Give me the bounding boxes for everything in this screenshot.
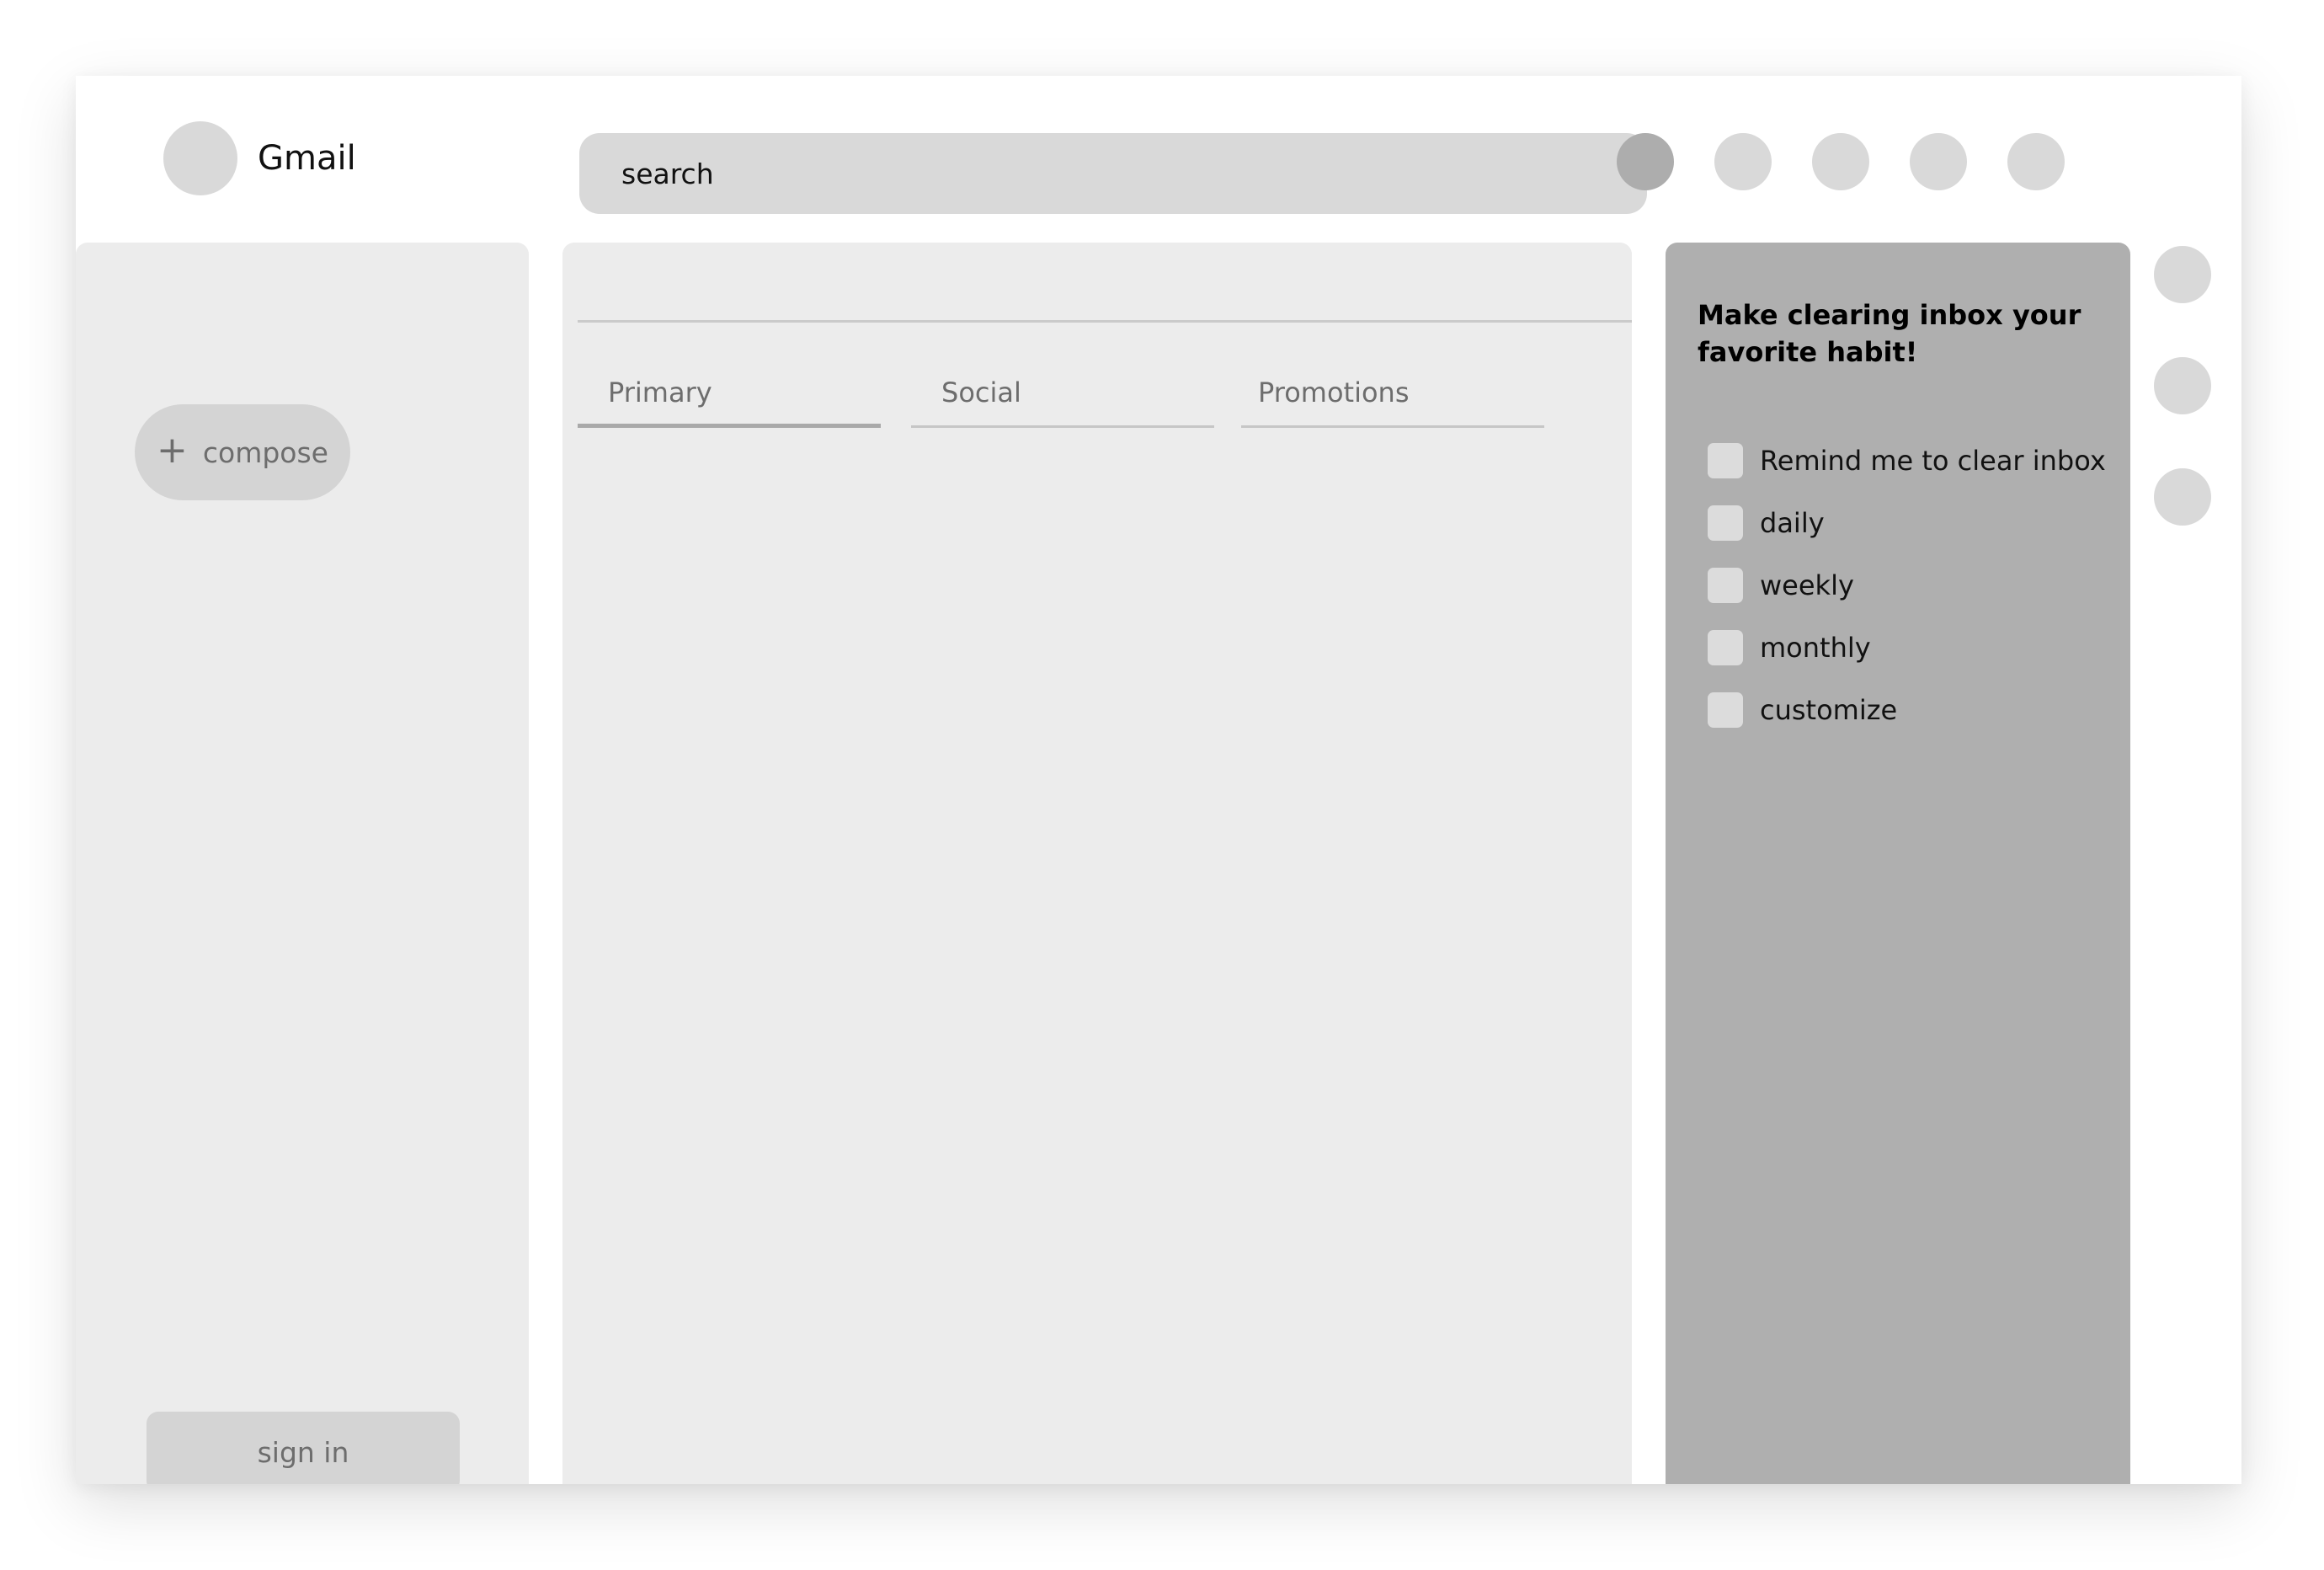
compose-label: compose [202,435,328,469]
app-window: Gmail + compose sign in Primary Social P… [76,76,2241,1484]
option-label: weekly [1760,569,1854,601]
option-weekly[interactable]: weekly [1708,567,1854,604]
option-label: daily [1760,507,1825,539]
app-title: Gmail [258,139,356,178]
option-customize[interactable]: customize [1708,692,1897,729]
checkbox[interactable] [1708,505,1743,541]
apps-icon[interactable] [1714,133,1772,190]
option-remind-me[interactable]: Remind me to clear inbox [1708,442,2106,479]
habit-panel-title: Make clearing inbox your favorite habit! [1698,299,2081,368]
keep-icon[interactable] [2154,357,2211,414]
tasks-icon[interactable] [2154,468,2211,526]
tab-primary[interactable]: Primary [578,371,881,428]
gmail-logo-icon[interactable] [163,121,237,195]
search-input[interactable] [579,133,1647,214]
inbox-panel: Primary Social Promotions [562,243,1632,1484]
left-sidebar: + compose sign in [76,243,529,1484]
account-icon[interactable] [1617,133,1674,190]
toolbar-divider [578,320,1632,323]
tab-social[interactable]: Social [911,371,1214,428]
support-icon[interactable] [2007,133,2065,190]
checkbox[interactable] [1708,443,1743,478]
settings-icon[interactable] [1812,133,1869,190]
option-label: Remind me to clear inbox [1760,445,2106,477]
checkbox[interactable] [1708,692,1743,728]
sign-in-button[interactable]: sign in [147,1412,460,1484]
tab-promotions[interactable]: Promotions [1241,371,1544,428]
option-daily[interactable]: daily [1708,505,1825,542]
checkbox[interactable] [1708,630,1743,665]
plus-icon: + [157,429,188,472]
habit-reminder-panel: Make clearing inbox your favorite habit!… [1666,243,2130,1484]
option-monthly[interactable]: monthly [1708,629,1871,666]
checkbox[interactable] [1708,568,1743,603]
calendar-icon[interactable] [2154,246,2211,303]
option-label: monthly [1760,632,1871,664]
compose-button[interactable]: + compose [135,404,350,500]
option-label: customize [1760,694,1898,726]
help-icon[interactable] [1910,133,1967,190]
